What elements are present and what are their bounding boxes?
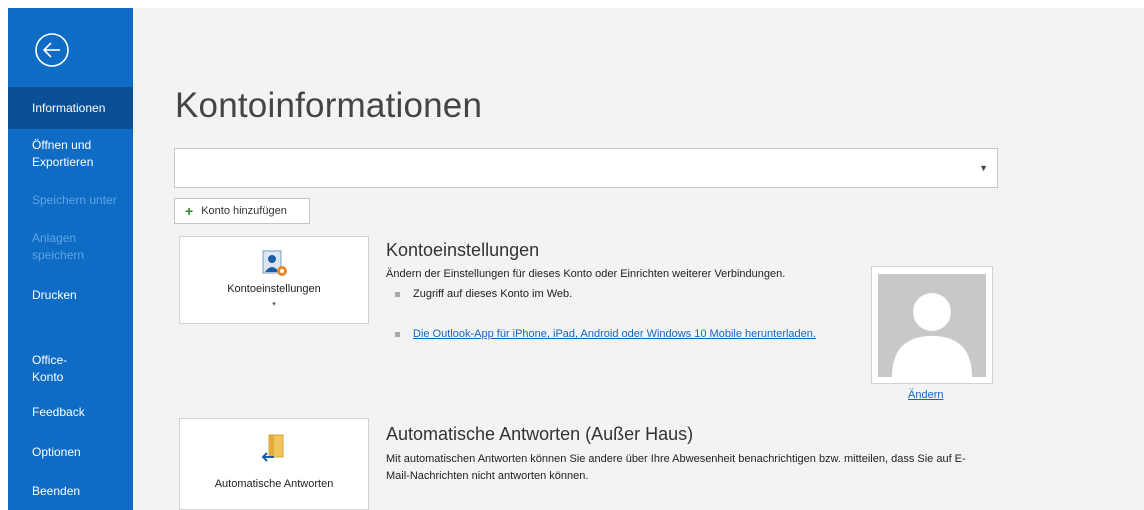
account-settings-tile-label: Kontoeinstellungen: [227, 283, 321, 295]
main-content: Kontoinformationen ▼ + Konto hinzufügen …: [133, 8, 1144, 510]
back-arrow-circle-icon: [35, 33, 69, 67]
sidebar-item-speichern-unter[interactable]: Speichern unter: [8, 192, 133, 209]
bullet-icon: [395, 291, 400, 297]
sidebar-item-label: Informationen: [32, 100, 106, 115]
sidebar-item-label: Drucken: [32, 288, 77, 302]
sidebar-item-anlagen-speichern[interactable]: Anlagen speichern: [8, 230, 98, 264]
chevron-down-icon: ▾: [272, 301, 276, 308]
sidebar-item-label: Office-Konto: [32, 353, 68, 384]
automatic-replies-title: Automatische Antworten (Außer Haus): [386, 424, 694, 444]
list-item: Zugriff auf dieses Konto im Web.: [395, 288, 572, 300]
automatic-replies-tile[interactable]: Automatische Antworten: [179, 418, 369, 510]
automatic-replies-tile-label: Automatische Antworten: [214, 478, 334, 490]
sidebar-item-feedback[interactable]: Feedback: [8, 404, 133, 421]
add-account-button[interactable]: + Konto hinzufügen: [174, 198, 310, 224]
automatic-replies-description: Mit automatischen Antworten können Sie a…: [386, 453, 966, 482]
account-dropdown[interactable]: ▼: [174, 148, 998, 188]
account-settings-description: Ändern der Einstellungen für dieses Kont…: [386, 268, 786, 280]
sidebar-item-label: Anlagen speichern: [32, 231, 85, 262]
caret-down-icon: ▼: [979, 163, 988, 173]
outlook-app-link[interactable]: Die Outlook-App für iPhone, iPad, Androi…: [413, 328, 816, 340]
sidebar-item-label: Feedback: [32, 405, 85, 419]
account-settings-title: Kontoeinstellungen: [386, 240, 540, 260]
list-item: Die Outlook-App für iPhone, iPad, Androi…: [395, 328, 816, 340]
sidebar-item-informationen[interactable]: Informationen: [8, 87, 133, 129]
sidebar-item-office-konto[interactable]: Office-Konto: [8, 352, 90, 386]
sidebar-item-optionen[interactable]: Optionen: [8, 444, 133, 461]
change-photo-link[interactable]: Ändern: [908, 389, 943, 401]
sidebar-item-beenden[interactable]: Beenden: [8, 483, 133, 500]
plus-icon: +: [185, 203, 194, 219]
bullet-icon: [395, 331, 400, 337]
window-left-border: [0, 0, 8, 510]
add-account-label: Konto hinzufügen: [201, 205, 287, 217]
sidebar-item-oeffnen-und-exportieren[interactable]: Öffnen und Exportieren: [8, 137, 118, 171]
sidebar-item-label: Optionen: [32, 445, 81, 459]
page-title: Kontoinformationen: [175, 86, 483, 125]
sidebar-item-label: Öffnen und Exportieren: [32, 138, 94, 169]
sidebar-item-drucken[interactable]: Drucken: [8, 287, 133, 304]
back-button[interactable]: [32, 30, 72, 70]
avatar-placeholder-icon: [878, 274, 986, 377]
profile-picture: [871, 266, 993, 384]
automatic-replies-icon: [261, 434, 284, 462]
account-settings-icon: [262, 250, 287, 276]
sidebar-item-label: Beenden: [32, 484, 81, 498]
sidebar-item-label: Speichern unter: [32, 193, 117, 207]
account-settings-tile[interactable]: Kontoeinstellungen ▾: [179, 236, 369, 324]
window-top-border: [0, 0, 1144, 8]
backstage-sidebar: Informationen Öffnen und Exportieren Spe…: [8, 8, 133, 510]
web-access-text: Zugriff auf dieses Konto im Web.: [413, 288, 573, 300]
